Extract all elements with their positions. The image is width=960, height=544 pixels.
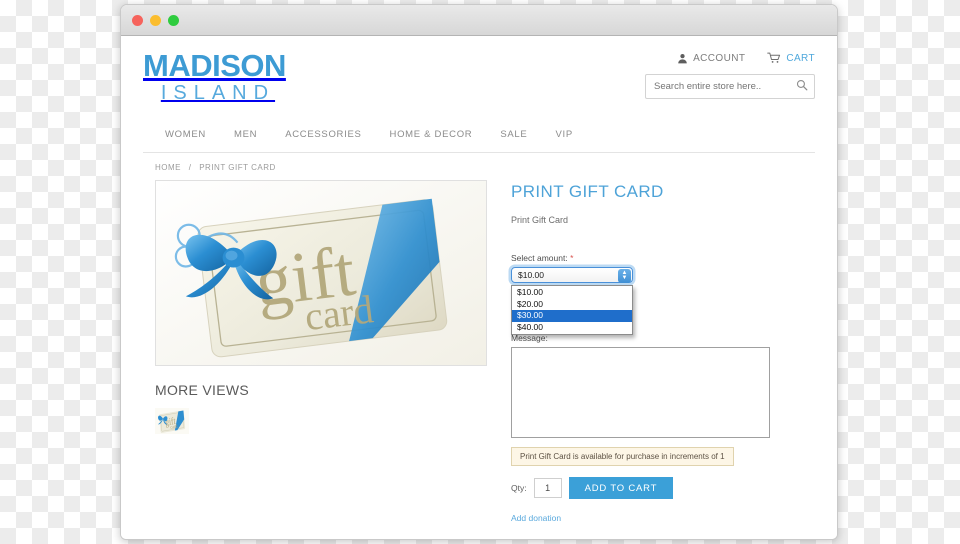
account-link[interactable]: ACCOUNT bbox=[677, 53, 745, 64]
breadcrumb-home[interactable]: HOME bbox=[155, 163, 181, 172]
amount-option-30[interactable]: $30.00 bbox=[512, 310, 632, 322]
qty-label: Qty: bbox=[511, 483, 527, 493]
breadcrumb-separator: / bbox=[188, 163, 192, 172]
nav-item-women[interactable]: WOMEN bbox=[165, 129, 206, 140]
add-donation-link[interactable]: Add donation bbox=[511, 513, 561, 523]
page-viewport: MADISON ISLAND ACCOUNT CART Search entir… bbox=[121, 36, 837, 539]
minimize-window-button[interactable] bbox=[150, 14, 161, 26]
amount-select[interactable]: $10.00 ▲ ▼ bbox=[511, 267, 633, 283]
svg-text:card: card bbox=[302, 287, 375, 339]
product-media-column: gift card MORE VIEWS gift card bbox=[155, 180, 487, 539]
add-to-cart-button[interactable]: ADD TO CART bbox=[568, 477, 674, 499]
cart-link[interactable]: CART bbox=[767, 52, 815, 64]
gift-card-thumbnail-illustration: gift card bbox=[155, 408, 189, 434]
search-submit-button[interactable] bbox=[796, 79, 808, 94]
amount-select-wrapper: $10.00 ▲ ▼ $10.00 $20.00 $30.00 $40.00 bbox=[511, 267, 633, 335]
search-icon bbox=[796, 79, 808, 94]
message-textarea[interactable] bbox=[511, 347, 770, 438]
product-layout: gift card MORE VIEWS gift card PRINT GIF… bbox=[121, 180, 837, 539]
amount-dropdown-list[interactable]: $10.00 $20.00 $30.00 $40.00 bbox=[511, 285, 633, 335]
amount-select-value: $10.00 bbox=[518, 270, 544, 280]
nav-item-sale[interactable]: SALE bbox=[500, 129, 527, 140]
search-input[interactable] bbox=[654, 81, 796, 92]
qty-input[interactable] bbox=[533, 478, 562, 498]
nav-item-vip[interactable]: VIP bbox=[555, 129, 572, 140]
logo-text-madison: MADISON bbox=[143, 48, 286, 83]
page-title: PRINT GIFT CARD bbox=[511, 182, 664, 201]
more-views-heading: MORE VIEWS bbox=[155, 382, 250, 398]
select-amount-label: Select amount: * bbox=[511, 253, 815, 263]
cart-icon bbox=[767, 52, 781, 64]
product-info-column: PRINT GIFT CARD Print Gift Card Select a… bbox=[511, 180, 815, 539]
nav-item-home-decor[interactable]: HOME & DECOR bbox=[390, 129, 473, 140]
user-icon bbox=[677, 53, 688, 64]
cart-label: CART bbox=[786, 52, 815, 64]
thumbnail-item-0[interactable]: gift card bbox=[155, 408, 189, 434]
availability-note: Print Gift Card is available for purchas… bbox=[511, 447, 734, 466]
nav-item-men[interactable]: MEN bbox=[234, 129, 257, 140]
main-navigation: WOMEN MEN ACCESSORIES HOME & DECOR SALE … bbox=[143, 129, 815, 153]
amount-option-40[interactable]: $40.00 bbox=[512, 322, 632, 334]
breadcrumb: HOME / PRINT GIFT CARD bbox=[121, 153, 837, 180]
site-header: MADISON ISLAND ACCOUNT CART Search entir… bbox=[121, 36, 837, 129]
logo-text-island: ISLAND bbox=[160, 82, 276, 104]
site-logo[interactable]: MADISON ISLAND bbox=[143, 50, 286, 103]
search-box[interactable] bbox=[645, 74, 815, 99]
account-label: ACCOUNT bbox=[693, 52, 746, 64]
product-main-image[interactable]: gift card bbox=[155, 180, 487, 366]
nav-item-accessories[interactable]: ACCESSORIES bbox=[285, 129, 361, 140]
required-marker: * bbox=[570, 253, 574, 263]
breadcrumb-current: PRINT GIFT CARD bbox=[199, 163, 276, 172]
gift-card-illustration: gift card bbox=[156, 181, 486, 365]
product-subtitle: Print Gift Card bbox=[511, 215, 569, 225]
thumbnail-list: gift card bbox=[155, 408, 487, 434]
select-amount-label-text: Select amount: bbox=[511, 253, 568, 263]
window-titlebar bbox=[121, 5, 837, 36]
add-to-cart-row: Qty: ADD TO CART bbox=[511, 477, 815, 499]
chevron-updown-icon[interactable]: ▲ ▼ bbox=[618, 269, 631, 283]
header-utilities: ACCOUNT CART bbox=[645, 52, 815, 99]
maximize-window-button[interactable] bbox=[168, 14, 179, 26]
amount-option-10[interactable]: $10.00 bbox=[512, 287, 632, 299]
close-window-button[interactable] bbox=[132, 14, 143, 26]
amount-option-20[interactable]: $20.00 bbox=[512, 299, 632, 311]
header-links: ACCOUNT CART bbox=[645, 52, 815, 64]
browser-window: MADISON ISLAND ACCOUNT CART Search entir… bbox=[120, 4, 838, 540]
